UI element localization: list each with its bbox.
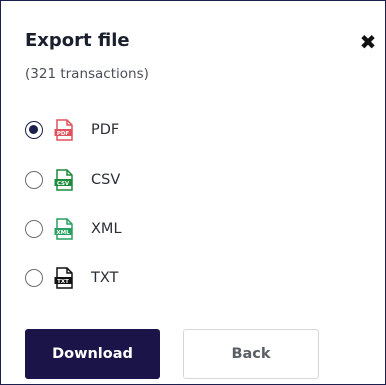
format-option-pdf[interactable]: PDF PDF — [25, 118, 225, 142]
format-label-xml: XML — [91, 221, 122, 237]
csv-file-icon: CSV — [54, 169, 73, 191]
pdf-icon-tag: PDF — [57, 131, 70, 137]
format-option-txt[interactable]: TXT TXT — [25, 266, 225, 290]
format-label-txt: TXT — [91, 270, 119, 286]
pdf-file-icon: PDF — [54, 119, 73, 141]
format-option-xml[interactable]: XML XML — [25, 217, 225, 241]
xml-file-icon: XML — [54, 218, 73, 240]
download-button[interactable]: Download — [25, 329, 160, 379]
radio-pdf[interactable] — [25, 121, 43, 139]
format-label-pdf: PDF — [91, 122, 120, 138]
close-icon[interactable]: ✖ — [357, 31, 379, 53]
format-option-csv[interactable]: CSV CSV — [25, 168, 225, 192]
csv-icon-tag: CSV — [57, 181, 70, 187]
xml-icon-tag: XML — [56, 230, 70, 236]
radio-xml[interactable] — [25, 220, 43, 238]
radio-csv[interactable] — [25, 171, 43, 189]
txt-file-icon: TXT — [54, 267, 73, 289]
format-label-csv: CSV — [91, 172, 121, 188]
txt-icon-tag: TXT — [57, 279, 69, 285]
dialog-title: Export file — [25, 30, 130, 51]
transaction-count: (321 transactions) — [25, 66, 149, 82]
radio-txt[interactable] — [25, 269, 43, 287]
export-dialog: Export file (321 transactions) ✖ PDF PDF… — [0, 0, 386, 385]
back-button[interactable]: Back — [183, 329, 319, 379]
